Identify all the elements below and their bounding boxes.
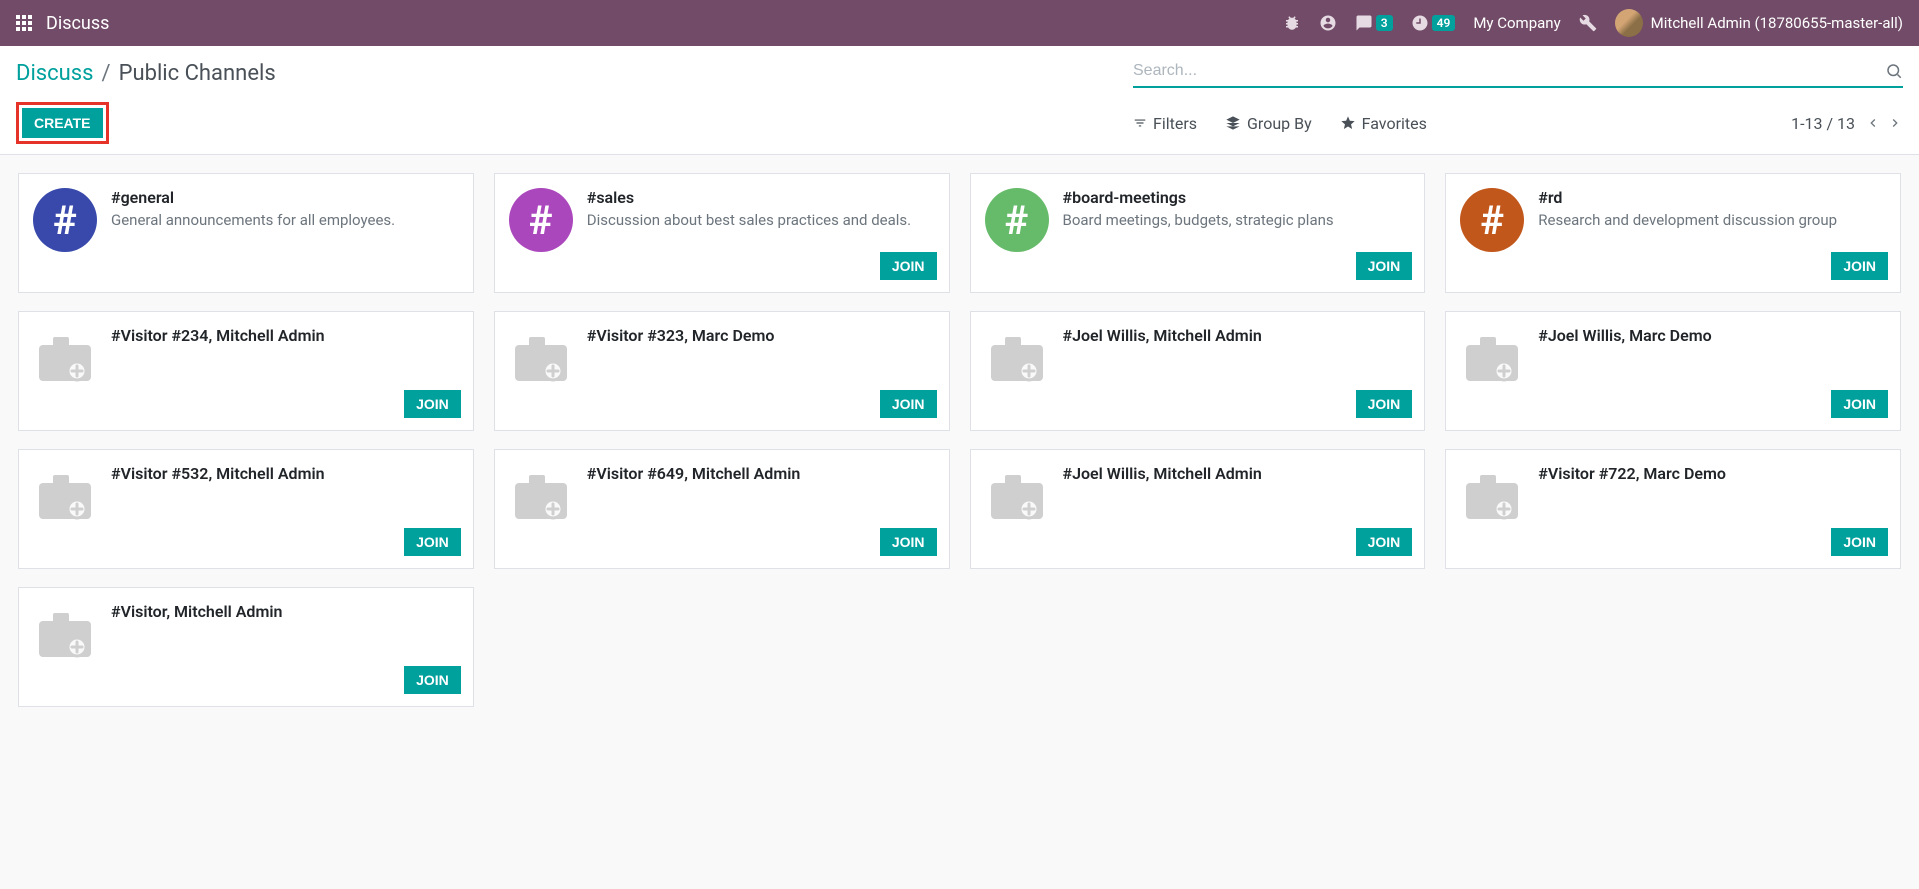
channel-kanban: # #general General announcements for all e… xyxy=(0,155,1919,725)
channel-desc: Research and development discussion grou… xyxy=(1538,210,1886,230)
join-button[interactable]: JOIN xyxy=(880,528,937,556)
breadcrumb: Discuss / Public Channels xyxy=(16,61,276,86)
channel-card[interactable]: # #rd Research and development discussion … xyxy=(1445,173,1901,293)
create-button[interactable]: CREATE xyxy=(22,108,103,138)
user-name: Mitchell Admin (18780655-master-all) xyxy=(1651,14,1903,32)
groupby-dropdown[interactable]: Group By xyxy=(1225,114,1312,133)
channel-name: #sales xyxy=(587,188,935,207)
join-button[interactable]: JOIN xyxy=(1831,252,1888,280)
channel-card[interactable]: #Joel Willis, Mitchell Admin JOIN xyxy=(970,311,1426,431)
pager-next-icon[interactable] xyxy=(1887,115,1903,131)
messages-icon[interactable]: 3 xyxy=(1355,14,1393,32)
main-navbar: Discuss 3 49 My Company Mitchell Admin (… xyxy=(0,0,1919,46)
channel-card[interactable]: #Visitor #532, Mitchell Admin JOIN xyxy=(18,449,474,569)
join-button[interactable]: JOIN xyxy=(404,528,461,556)
filters-label: Filters xyxy=(1153,114,1197,133)
create-highlight: CREATE xyxy=(16,102,109,144)
join-button[interactable]: JOIN xyxy=(1356,252,1413,280)
channel-name: #rd xyxy=(1538,188,1886,207)
favorites-label: Favorites xyxy=(1362,114,1427,133)
search-icon[interactable] xyxy=(1885,62,1903,80)
pager-text: 1-13 / 13 xyxy=(1791,114,1855,133)
channel-card[interactable]: #Visitor #234, Mitchell Admin JOIN xyxy=(18,311,474,431)
join-button[interactable]: JOIN xyxy=(404,666,461,694)
join-button[interactable]: JOIN xyxy=(1831,390,1888,418)
channel-name: #general xyxy=(111,188,459,207)
camera-placeholder-icon xyxy=(1460,326,1524,390)
breadcrumb-sep: / xyxy=(102,61,111,86)
join-button[interactable]: JOIN xyxy=(404,390,461,418)
channel-card[interactable]: #Visitor #722, Marc Demo JOIN xyxy=(1445,449,1901,569)
join-button[interactable]: JOIN xyxy=(1356,528,1413,556)
channel-desc: Board meetings, budgets, strategic plans xyxy=(1063,210,1411,230)
channel-card[interactable]: #Visitor #323, Marc Demo JOIN xyxy=(494,311,950,431)
channel-name: #Visitor, Mitchell Admin xyxy=(111,602,459,621)
company-name[interactable]: My Company xyxy=(1473,14,1560,32)
messages-badge: 3 xyxy=(1376,15,1393,31)
channel-card[interactable]: #Joel Willis, Marc Demo JOIN xyxy=(1445,311,1901,431)
hash-icon: # xyxy=(33,188,97,252)
channel-name: #Joel Willis, Marc Demo xyxy=(1538,326,1886,345)
settings-icon[interactable] xyxy=(1579,14,1597,32)
filters-dropdown[interactable]: Filters xyxy=(1133,114,1197,133)
groupby-label: Group By xyxy=(1247,114,1312,133)
support-icon[interactable] xyxy=(1319,14,1337,32)
join-button[interactable]: JOIN xyxy=(1831,528,1888,556)
channel-name: #Joel Willis, Mitchell Admin xyxy=(1063,464,1411,483)
channel-name: #Visitor #323, Marc Demo xyxy=(587,326,935,345)
channel-name: #board-meetings xyxy=(1063,188,1411,207)
search-input[interactable] xyxy=(1133,58,1885,84)
apps-icon[interactable] xyxy=(16,15,32,31)
camera-placeholder-icon xyxy=(33,602,97,666)
pager-prev-icon[interactable] xyxy=(1865,115,1881,131)
hash-icon: # xyxy=(985,188,1049,252)
channel-card[interactable]: # #general General announcements for all e… xyxy=(18,173,474,293)
channel-name: #Joel Willis, Mitchell Admin xyxy=(1063,326,1411,345)
camera-placeholder-icon xyxy=(509,464,573,528)
camera-placeholder-icon xyxy=(33,464,97,528)
control-panel: Discuss / Public Channels CREATE Filters… xyxy=(0,46,1919,155)
breadcrumb-root[interactable]: Discuss xyxy=(16,61,94,86)
channel-card[interactable]: # #sales Discussion about best sales pract… xyxy=(494,173,950,293)
camera-placeholder-icon xyxy=(985,326,1049,390)
favorites-dropdown[interactable]: Favorites xyxy=(1340,114,1427,133)
join-button[interactable]: JOIN xyxy=(880,390,937,418)
camera-placeholder-icon xyxy=(1460,464,1524,528)
join-button[interactable]: JOIN xyxy=(1356,390,1413,418)
activities-icon[interactable]: 49 xyxy=(1411,14,1456,32)
hash-icon: # xyxy=(509,188,573,252)
camera-placeholder-icon xyxy=(509,326,573,390)
channel-name: #Visitor #722, Marc Demo xyxy=(1538,464,1886,483)
channel-card[interactable]: # #board-meetings Board meetings, budgets,… xyxy=(970,173,1426,293)
channel-card[interactable]: #Visitor #649, Mitchell Admin JOIN xyxy=(494,449,950,569)
search-box[interactable] xyxy=(1133,58,1903,88)
join-button[interactable]: JOIN xyxy=(880,252,937,280)
channel-card[interactable]: #Joel Willis, Mitchell Admin JOIN xyxy=(970,449,1426,569)
channel-card[interactable]: #Visitor, Mitchell Admin JOIN xyxy=(18,587,474,707)
channel-desc: Discussion about best sales practices an… xyxy=(587,210,935,230)
bug-icon[interactable] xyxy=(1283,14,1301,32)
user-menu[interactable]: Mitchell Admin (18780655-master-all) xyxy=(1615,9,1903,37)
app-title[interactable]: Discuss xyxy=(46,13,109,34)
camera-placeholder-icon xyxy=(33,326,97,390)
channel-name: #Visitor #234, Mitchell Admin xyxy=(111,326,459,345)
channel-name: #Visitor #649, Mitchell Admin xyxy=(587,464,935,483)
card-body: #general General announcements for all em… xyxy=(111,188,459,278)
hash-icon: # xyxy=(1460,188,1524,252)
avatar xyxy=(1615,9,1643,37)
pager: 1-13 / 13 xyxy=(1791,114,1903,133)
breadcrumb-current: Public Channels xyxy=(119,61,276,86)
channel-desc: General announcements for all employees. xyxy=(111,210,459,230)
camera-placeholder-icon xyxy=(985,464,1049,528)
channel-name: #Visitor #532, Mitchell Admin xyxy=(111,464,459,483)
activities-badge: 49 xyxy=(1432,15,1456,31)
